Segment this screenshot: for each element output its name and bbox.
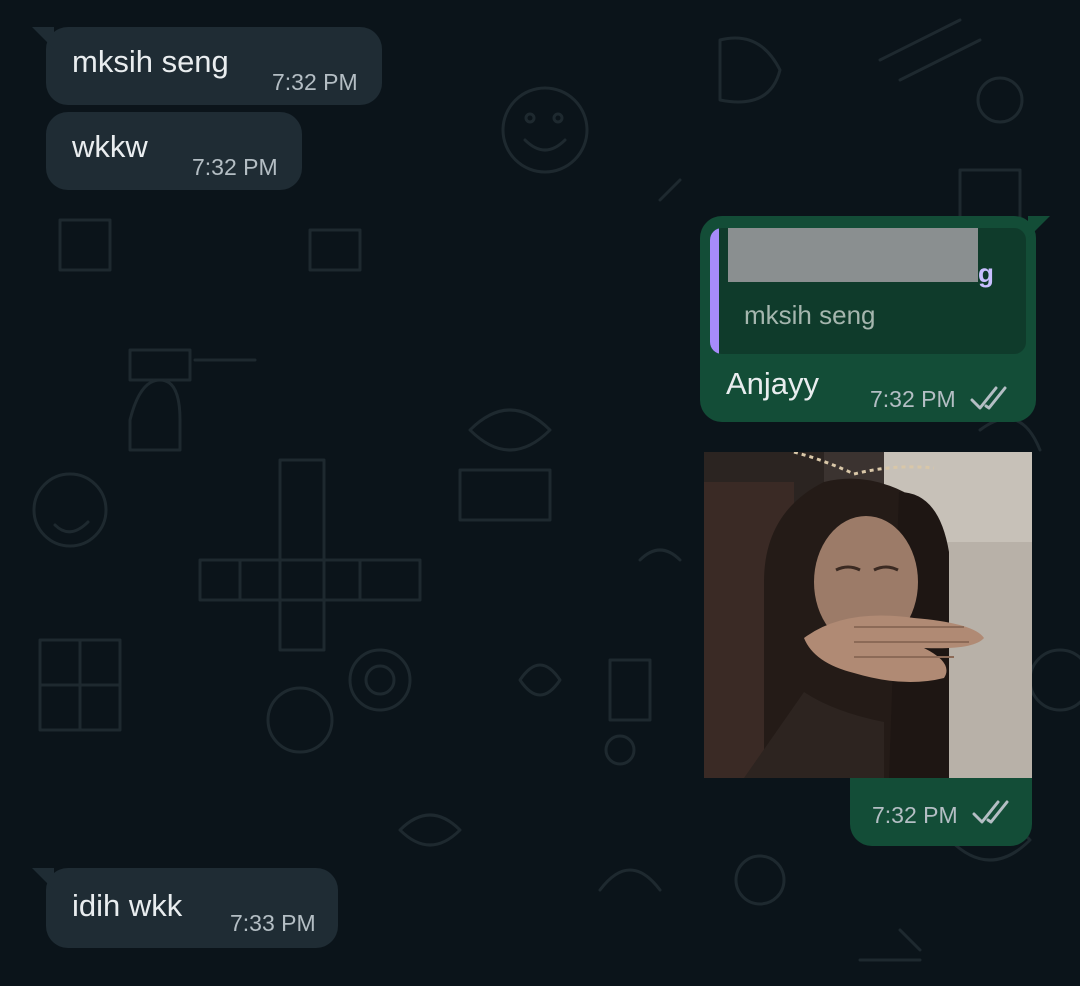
photo-content bbox=[704, 452, 1032, 778]
bubble-tail bbox=[1028, 216, 1050, 238]
double-check-icon bbox=[970, 386, 1007, 410]
image-caption-bar[interactable]: 7:32 PM bbox=[850, 778, 1032, 846]
quote-accent-bar bbox=[710, 228, 719, 354]
message-time: 7:32 PM bbox=[872, 802, 958, 828]
incoming-message[interactable]: mksih seng 7:32 PM bbox=[32, 27, 382, 105]
bubble-tail bbox=[32, 27, 54, 49]
bubble-tail bbox=[32, 868, 54, 890]
image-message[interactable] bbox=[704, 452, 1032, 778]
message-text: mksih seng bbox=[72, 44, 229, 79]
message-text: Anjayy bbox=[726, 366, 820, 401]
message-time: 7:32 PM bbox=[192, 154, 278, 180]
quoted-message[interactable]: g mksih seng bbox=[710, 228, 1026, 354]
message-time: 7:32 PM bbox=[870, 386, 956, 412]
double-check-icon bbox=[972, 800, 1009, 824]
incoming-message[interactable]: wkkw 7:32 PM bbox=[46, 112, 302, 190]
message-text: wkkw bbox=[72, 129, 148, 164]
redacted-author-name bbox=[728, 228, 978, 282]
outgoing-reply-message[interactable]: g mksih seng Anjayy 7:32 PM bbox=[700, 216, 1050, 422]
message-time: 7:32 PM bbox=[272, 69, 358, 95]
message-time: 7:33 PM bbox=[230, 910, 316, 936]
quote-author: g bbox=[978, 258, 994, 288]
quoted-text: mksih seng bbox=[744, 300, 876, 330]
incoming-message[interactable]: idih wkk 7:33 PM bbox=[32, 868, 338, 948]
message-text: idih wkk bbox=[72, 888, 183, 923]
